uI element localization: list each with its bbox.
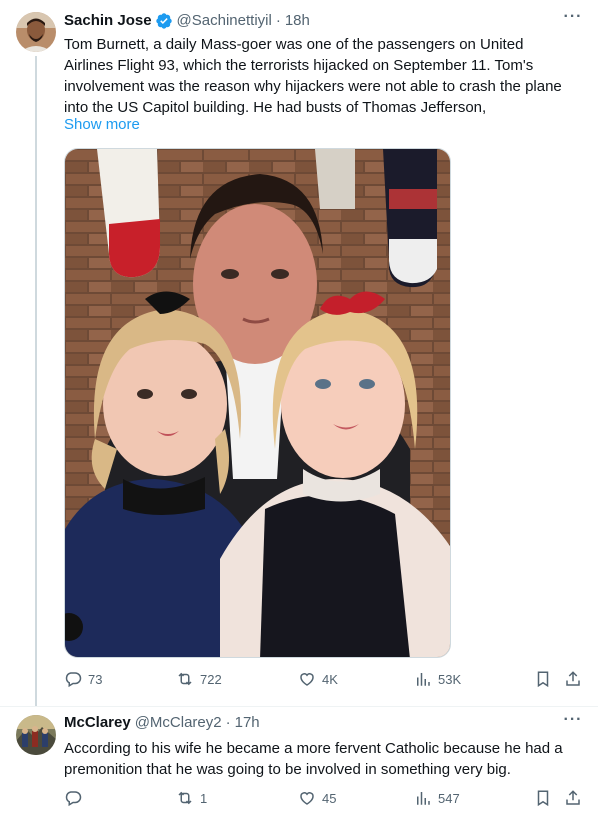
views-button[interactable]: 53K [414,670,461,688]
tweet-text: According to his wife he became a more f… [64,740,563,778]
tweet-actions: 73 722 4K 53K [64,670,586,690]
bookmark-button[interactable] [534,789,552,807]
heart-icon [300,792,314,805]
heart-icon [300,673,314,686]
tweet-header: McClarey @McClarey2 · 17h [64,713,260,733]
avatar[interactable] [16,715,56,755]
views-button[interactable]: 547 [414,789,460,807]
family-photo-image [65,149,450,657]
reply-button[interactable]: 73 [64,670,102,688]
tweet-text: Tom Burnett, a daily Mass-goer was one o… [64,36,562,116]
share-icon [566,671,580,686]
repost-icon [178,791,192,805]
tweet-header: Sachin Jose @Sachinettiyil · 18h [64,11,310,31]
author-handle[interactable]: @McClarey2 [135,713,222,733]
like-count: 45 [322,790,337,806]
reply-count: 73 [88,671,103,687]
avatar[interactable] [16,12,56,52]
views-count: 547 [438,790,460,806]
tweet-actions: 1 45 547 [64,789,586,809]
bookmark-button[interactable] [534,670,552,688]
views-count: 53K [438,671,462,687]
reply-icon [65,672,82,688]
repost-icon [178,672,192,686]
repost-button[interactable]: 722 [176,670,222,688]
separator-dot: · [275,12,281,29]
author-name[interactable]: McClarey [64,713,131,733]
reply-icon [65,791,82,807]
bookmark-icon [537,671,549,688]
tweet-photo[interactable] [64,148,451,658]
like-button[interactable]: 4K [298,670,338,688]
share-button[interactable] [564,789,582,807]
show-more-link[interactable]: Show more [64,115,140,135]
repost-button[interactable]: 1 [176,789,207,807]
share-icon [566,790,580,805]
separator-dot: · [225,714,231,731]
verified-badge-icon [155,12,173,30]
timestamp[interactable]: 18h [285,11,310,31]
share-button[interactable] [564,670,582,688]
author-name[interactable]: Sachin Jose [64,11,152,31]
reply-button[interactable] [64,789,88,807]
author-handle[interactable]: @Sachinettiyil [177,11,272,31]
like-count: 4K [322,671,338,687]
more-options-icon[interactable]: ··· [562,8,584,28]
tweet-mcclarey[interactable]: McClarey @McClarey2 · 17h ··· According … [0,706,598,825]
timestamp[interactable]: 17h [235,713,260,733]
analytics-icon [417,792,430,805]
bookmark-icon [537,790,549,807]
like-button[interactable]: 45 [298,789,336,807]
repost-count: 1 [200,790,208,806]
more-options-icon[interactable]: ··· [562,711,584,731]
tweet-sachin-jose[interactable]: Sachin Jose @Sachinettiyil · 18h ··· Tom… [0,0,598,706]
analytics-icon [417,673,430,686]
repost-count: 722 [200,671,222,687]
